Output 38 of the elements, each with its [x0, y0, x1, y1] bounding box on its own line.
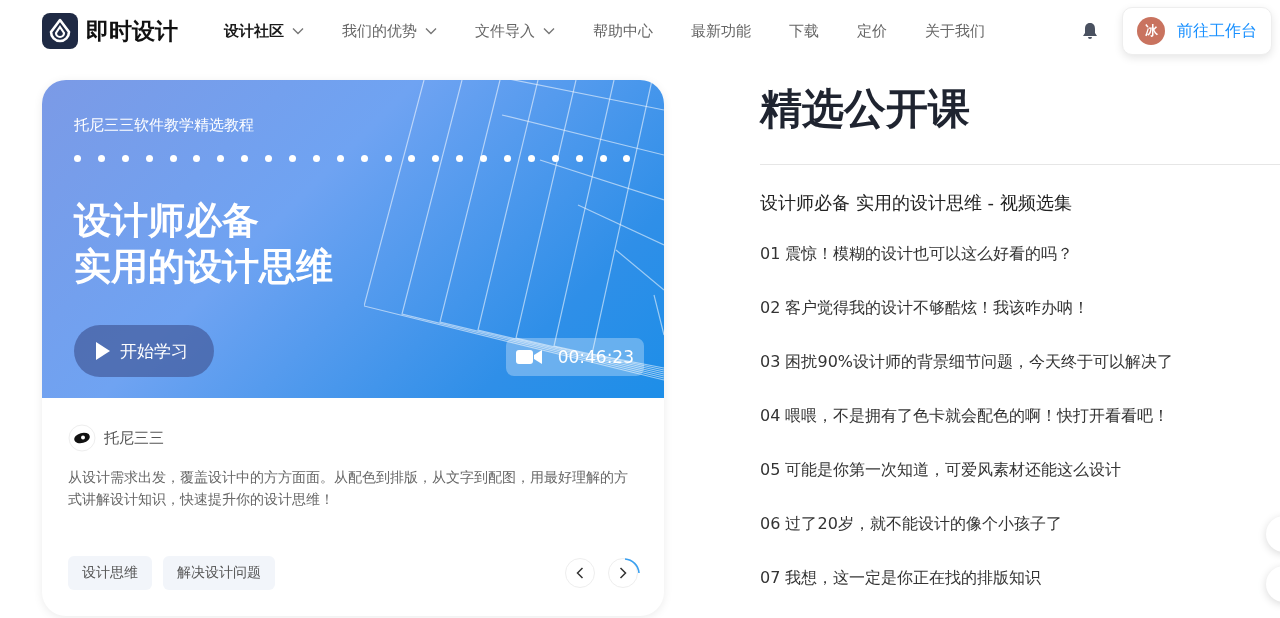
- nav-link[interactable]: 设计社区: [224, 21, 304, 41]
- brand-name[interactable]: 即时设计: [86, 15, 178, 47]
- section-title: 精选公开课: [760, 83, 971, 135]
- duration-text: 00:46:23: [557, 347, 634, 367]
- arc-icon: [624, 558, 640, 574]
- playlist-title: 设计师必备 实用的设计思维 - 视频选集: [760, 191, 1073, 215]
- banner-subtitle: 托尼三三软件教学精选教程: [74, 116, 255, 135]
- start-learning-button[interactable]: 开始学习: [74, 325, 214, 377]
- logo-icon: [42, 13, 78, 49]
- nav-link[interactable]: 关于我们: [925, 21, 985, 41]
- chevron-left-icon: [576, 567, 584, 579]
- next-button[interactable]: [608, 558, 638, 588]
- nav-link[interactable]: 定价: [857, 21, 887, 41]
- nav-link[interactable]: 我们的优势: [342, 21, 437, 41]
- banner-headline: 实用的设计思维: [74, 244, 334, 290]
- user-avatar: 冰: [1137, 17, 1165, 45]
- chevron-right-icon: [619, 567, 627, 579]
- lesson-link[interactable]: 06 过了20岁，就不能设计的像个小孩子了: [760, 513, 1062, 535]
- lesson-link[interactable]: 05 可能是你第一次知道，可爱风素材还能这么设计: [760, 459, 1122, 481]
- previous-button[interactable]: [565, 558, 595, 588]
- lesson-link[interactable]: 04 喂喂，不是拥有了色卡就会配色的啊！快打开看看吧！: [760, 405, 1170, 427]
- play-icon: [96, 342, 110, 360]
- nav-link[interactable]: 最新功能: [691, 21, 751, 41]
- tag[interactable]: 设计思维: [68, 556, 152, 590]
- lesson-link[interactable]: 01 震惊！模糊的设计也可以这么好看的吗？: [760, 243, 1074, 265]
- author-avatar-icon: [68, 424, 96, 452]
- video-camera-icon: [515, 349, 542, 365]
- nav-link[interactable]: 下载: [789, 21, 819, 41]
- tag[interactable]: 解决设计问题: [163, 556, 275, 590]
- lesson-link[interactable]: 03 困扰90%设计师的背景细节问题，今天终于可以解决了: [760, 351, 1173, 373]
- nav-link[interactable]: 文件导入: [475, 21, 555, 41]
- lesson-link[interactable]: 02 客户觉得我的设计不够酷炫！我该咋办呐！: [760, 297, 1090, 319]
- bell-icon[interactable]: [1082, 22, 1098, 40]
- author-name: 托尼三三: [104, 428, 164, 448]
- course-description: 从设计需求出发，覆盖设计中的方方面面。从配色到排版，从文字到配图，用最好理解的方式讲解设计知识，快速提升你的设计思维！: [68, 468, 629, 509]
- lesson-link[interactable]: 07 我想，这一定是你正在找的排版知识: [760, 567, 1042, 589]
- banner-headline: 设计师必备: [74, 198, 260, 244]
- nav-link[interactable]: 帮助中心: [593, 21, 653, 41]
